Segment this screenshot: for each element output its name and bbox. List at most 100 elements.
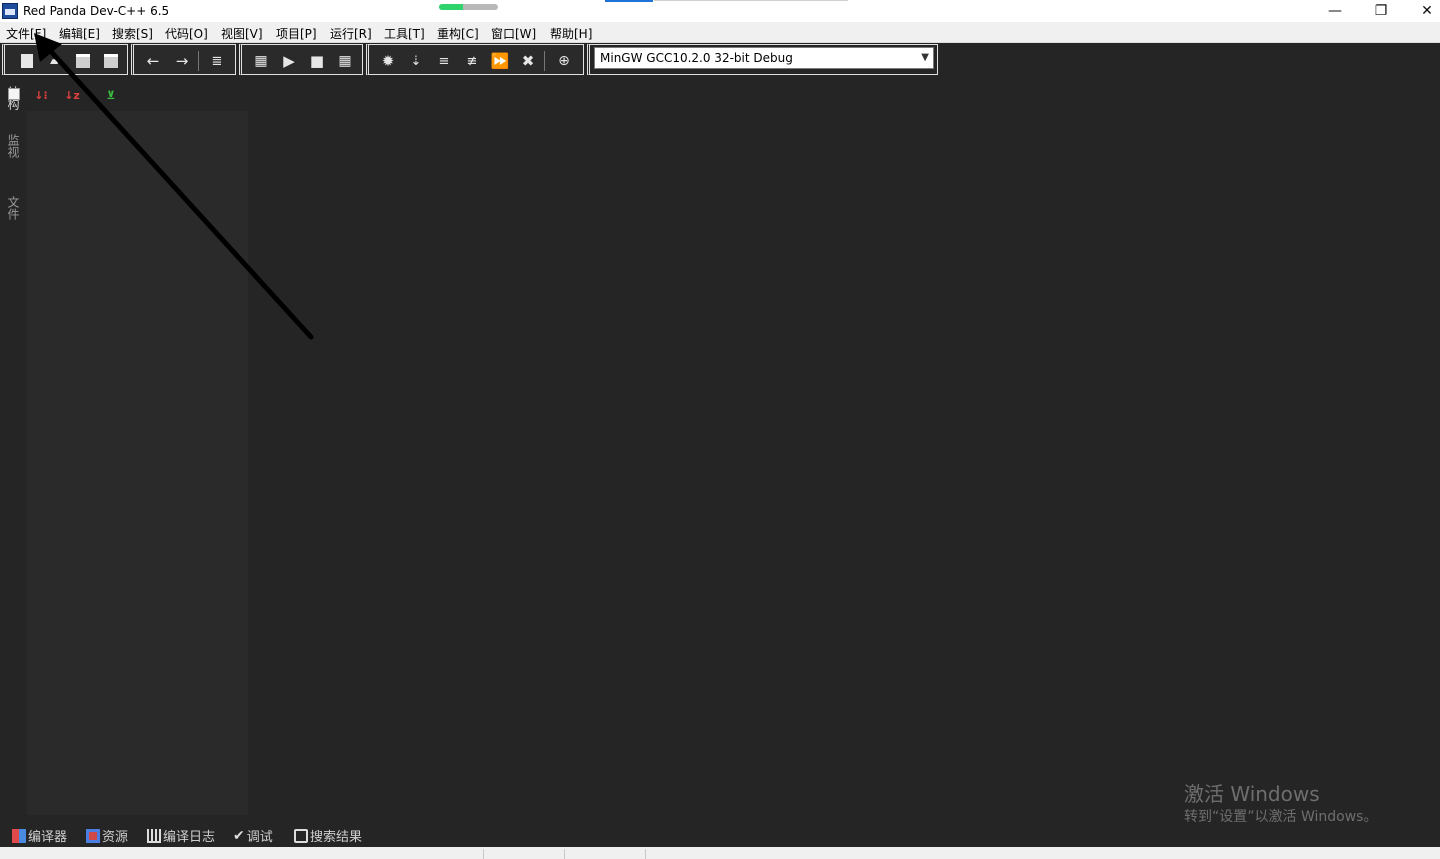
bug-icon: ✹	[381, 51, 395, 70]
title-accent-line-light	[654, 0, 848, 1]
add-watch-icon: ⊕	[558, 53, 570, 69]
menu-code[interactable]: 代码[O]	[165, 25, 208, 42]
menu-refactor[interactable]: 重构[C]	[437, 25, 479, 42]
menu-tools[interactable]: 工具[T]	[384, 25, 425, 42]
watch-tab-marker-icon	[8, 88, 20, 100]
tab-search-results-label: 搜索结果	[310, 830, 363, 845]
menu-project[interactable]: 项目[P]	[276, 25, 317, 42]
class-tree-icon: ⊻	[106, 88, 116, 102]
stop-debug-button[interactable]: ✖	[518, 51, 538, 71]
sort-alpha-button[interactable]: ↓z	[63, 86, 81, 104]
tab-watch[interactable]: 监视	[6, 134, 22, 158]
structure-panel-toolbar: ↓⁝ ↓z ⊻	[27, 80, 248, 110]
stop-button[interactable]: ■	[307, 51, 327, 71]
file-toolbar-group: ▰	[2, 44, 128, 75]
structure-panel	[27, 111, 248, 815]
run-button[interactable]: ▶	[279, 51, 299, 71]
stop-icon: ■	[309, 51, 325, 70]
status-divider	[564, 849, 565, 859]
sort-by-type-button[interactable]: ↓⁝	[32, 86, 50, 104]
menu-bar: 文件[F] 编辑[E] 搜索[S] 代码[O] 视图[V] 项目[P] 运行[R…	[0, 22, 1440, 43]
progress-fill	[439, 4, 463, 10]
class-tree-button[interactable]: ⊻	[102, 86, 120, 104]
bottom-dock-tabs: 编译器 资源 编译日志 ✔ 调试 搜索结果	[0, 822, 1440, 847]
compile-grid-icon: ▦	[254, 53, 268, 69]
tab-compile-log[interactable]: 编译日志	[147, 826, 215, 845]
menu-view[interactable]: 视图[V]	[221, 25, 263, 42]
status-divider	[483, 849, 484, 859]
editor-area[interactable]	[248, 76, 1440, 821]
save-icon	[76, 54, 90, 68]
debug-toolbar-group: ✹ ⇣ ≡ ≢ ⏩ ✖ ⊕	[366, 44, 584, 75]
add-watch-button[interactable]: ⊕	[554, 51, 574, 71]
title-accent-line	[605, 0, 653, 2]
compile-run-button[interactable]: ▦	[335, 51, 355, 71]
step-over-icon: ⇣	[410, 53, 422, 69]
menu-edit[interactable]: 编辑[E]	[59, 25, 100, 42]
tab-resources[interactable]: 资源	[86, 826, 128, 845]
back-button[interactable]: ←	[143, 51, 163, 71]
step-over-button[interactable]: ⇣	[406, 51, 426, 71]
menu-search[interactable]: 搜索[S]	[112, 25, 153, 42]
new-file-icon	[21, 54, 33, 68]
save-button[interactable]	[73, 51, 93, 71]
debug-button[interactable]: ✹	[378, 51, 398, 71]
open-file-button[interactable]: ▰	[45, 51, 65, 71]
tab-compiler[interactable]: 编译器	[12, 826, 67, 845]
tab-search-results[interactable]: 搜索结果	[294, 826, 362, 845]
restore-button[interactable]: ❐	[1358, 0, 1404, 22]
continue-button[interactable]: ⏩	[490, 51, 510, 71]
menu-run[interactable]: 运行[R]	[330, 25, 372, 42]
toolbar-separator	[198, 51, 199, 71]
step-out-button[interactable]: ≢	[462, 51, 482, 71]
navigation-toolbar-group: ← → ≣	[131, 44, 236, 75]
activation-watermark-title: 激活 Windows	[1184, 782, 1320, 806]
compile-button[interactable]: ▦	[251, 51, 271, 71]
menu-window[interactable]: 窗口[W]	[491, 25, 536, 42]
window-title: Red Panda Dev-C++ 6.5	[23, 4, 170, 18]
x-icon: ✖	[521, 51, 535, 70]
forward-button[interactable]: →	[172, 51, 192, 71]
tab-files[interactable]: 文件	[6, 196, 22, 220]
left-dock-tabs: 结构 监视 文件	[0, 76, 27, 821]
save-all-icon	[104, 54, 118, 68]
tab-resources-label: 资源	[102, 830, 129, 845]
arrow-right-icon: →	[175, 51, 189, 70]
dev-cpp-app-icon	[2, 3, 18, 19]
minimize-button[interactable]: —	[1312, 0, 1358, 22]
run-toolbar-group: ▦ ▶ ■ ▦	[239, 44, 363, 75]
compiler-set-value: MinGW GCC10.2.0 32-bit Debug	[600, 51, 793, 65]
progress-indicator	[439, 4, 498, 10]
menu-file[interactable]: 文件[F]	[6, 25, 46, 42]
checkmark-icon: ✔	[233, 827, 245, 844]
sort-alpha-icon: ↓z	[64, 88, 80, 102]
tab-compiler-label: 编译器	[28, 830, 68, 845]
sort-by-type-icon: ↓⁝	[34, 88, 48, 102]
chevron-down-icon: ▼	[921, 52, 929, 63]
resources-icon	[86, 828, 100, 843]
step-into-icon: ≡	[438, 53, 450, 69]
tab-debug-label: 调试	[246, 830, 273, 845]
title-bar: Red Panda Dev-C++ 6.5 — ❐ ✕	[0, 0, 1440, 22]
compile-run-icon: ▦	[338, 53, 352, 69]
tab-debug[interactable]: ✔ 调试	[233, 826, 273, 846]
open-folder-icon: ▰	[50, 53, 60, 69]
toolbar-separator	[544, 51, 545, 71]
compiler-icon	[12, 828, 26, 843]
new-file-button[interactable]	[17, 51, 37, 71]
save-all-button[interactable]	[101, 51, 121, 71]
format-code-icon: ≣	[211, 53, 223, 69]
format-code-button[interactable]: ≣	[207, 51, 227, 71]
tab-compile-log-label: 编译日志	[163, 830, 216, 845]
status-divider	[645, 849, 646, 859]
compiler-set-dropdown[interactable]: MinGW GCC10.2.0 32-bit Debug ▼	[594, 47, 934, 69]
bar-chart-icon	[147, 828, 161, 843]
close-button[interactable]: ✕	[1404, 0, 1440, 22]
step-into-button[interactable]: ≡	[434, 51, 454, 71]
step-out-icon: ≢	[466, 53, 478, 69]
arrow-left-icon: ←	[146, 51, 160, 70]
fast-forward-icon: ⏩	[490, 51, 510, 70]
menu-help[interactable]: 帮助[H]	[550, 25, 592, 42]
play-icon: ▶	[283, 51, 295, 70]
status-bar	[0, 847, 1440, 859]
